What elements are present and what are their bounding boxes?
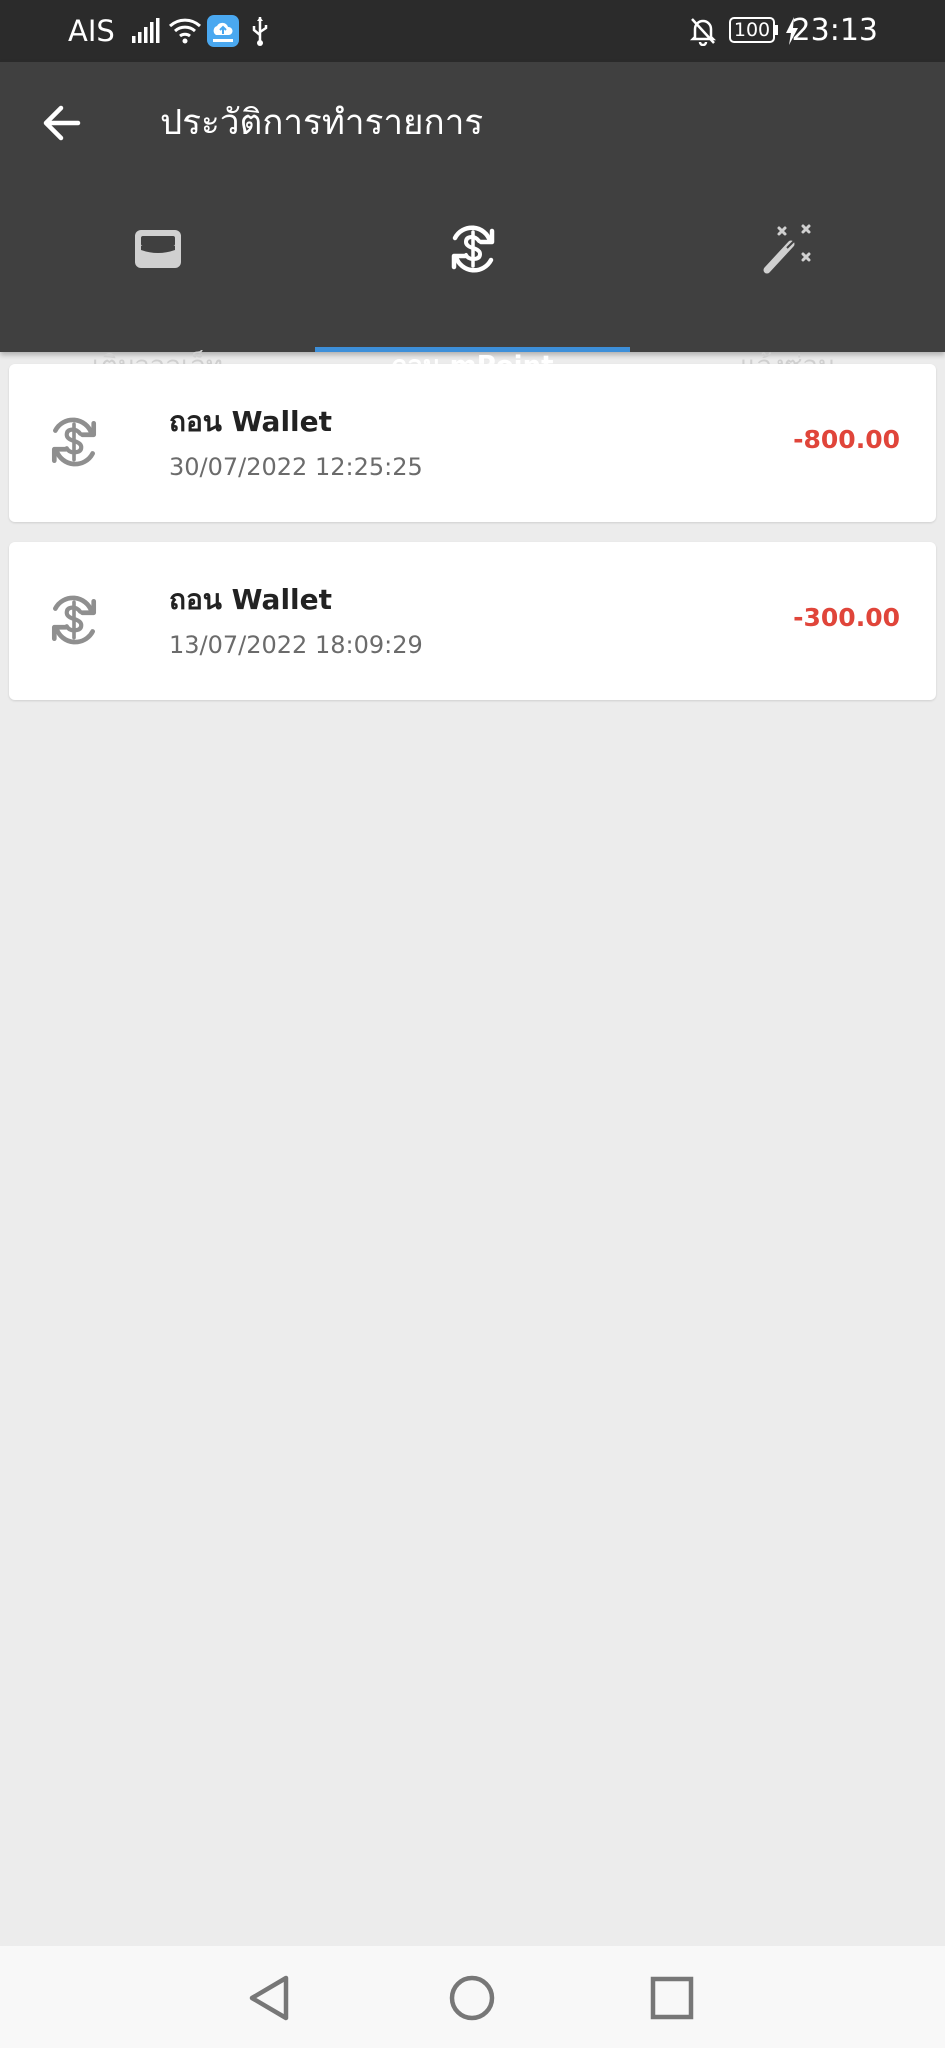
dollar-exchange-icon <box>451 225 495 273</box>
status-bar: AIS 100 23:13 <box>0 0 945 62</box>
transaction-amount: -300.00 <box>793 603 900 632</box>
transaction-datetime: 13/07/2022 18:09:29 <box>169 631 423 659</box>
arrow-left-icon <box>43 105 81 141</box>
back-triangle-icon <box>249 1975 289 2021</box>
battery-level: 100 <box>733 19 771 41</box>
page-title: ประวัติการทำรายการ <box>160 103 484 143</box>
transaction-item[interactable]: ถอน Wallet 13/07/2022 18:09:29 -300.00 <box>9 542 936 700</box>
tab-topup-wallet[interactable]: เติมวอลเล็ท <box>0 202 315 381</box>
bell-off-icon <box>689 18 717 46</box>
transaction-datetime: 30/07/2022 12:25:25 <box>169 453 423 481</box>
usb-icon <box>252 17 268 46</box>
home-circle-icon <box>449 1975 495 2021</box>
transaction-title: ถอน Wallet <box>169 405 333 438</box>
magic-wand-icon <box>763 224 811 274</box>
active-tab-indicator <box>315 347 630 352</box>
recents-square-icon <box>650 1976 694 2020</box>
dollar-exchange-icon <box>51 417 97 467</box>
nav-recents-button[interactable] <box>642 1968 702 2028</box>
wifi-icon <box>168 18 202 44</box>
transaction-title: ถอน Wallet <box>169 583 333 616</box>
tab-repair-request[interactable]: แจ้งซ่อม <box>630 202 945 381</box>
battery-icon: 100 <box>729 17 778 43</box>
nav-home-button[interactable] <box>442 1968 502 2028</box>
signal-icon <box>132 18 160 43</box>
nav-back-button[interactable] <box>240 1968 300 2028</box>
dollar-exchange-icon <box>51 595 97 645</box>
app-bar: ประวัติการทำรายการ เติมวอลเล็ท ถอน mPoin… <box>0 62 945 381</box>
cloud-app-icon <box>207 15 239 47</box>
system-nav-bar <box>0 1946 945 2048</box>
wallet-icon <box>135 230 181 268</box>
clock: 23:13 <box>791 13 878 48</box>
tab-withdraw-mpoint[interactable]: ถอน mPoint <box>315 202 630 381</box>
carrier-label: AIS <box>68 14 115 48</box>
transaction-item[interactable]: ถอน Wallet 30/07/2022 12:25:25 -800.00 <box>9 364 936 522</box>
transaction-amount: -800.00 <box>793 425 900 454</box>
back-button[interactable] <box>38 98 88 148</box>
